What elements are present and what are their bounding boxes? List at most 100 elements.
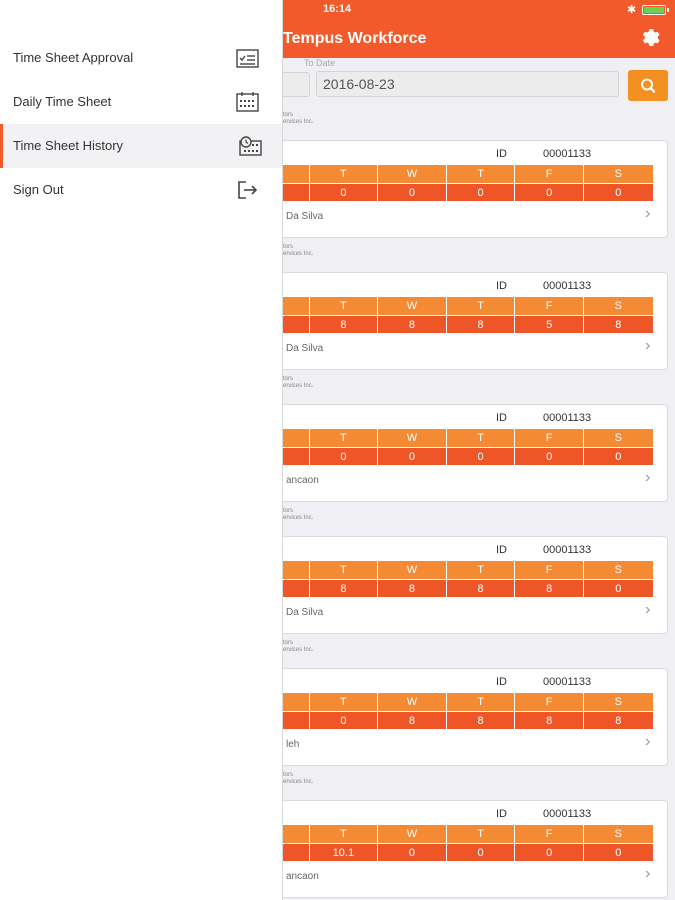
day-column: T0 xyxy=(309,693,379,729)
day-column: T0 xyxy=(446,825,516,861)
day-header: S xyxy=(583,693,653,711)
chevron-right-icon: › xyxy=(645,733,651,750)
day-hours: 0 xyxy=(515,447,583,465)
day-column: T8 xyxy=(446,693,516,729)
menu-item-time-sheet-history[interactable]: Time Sheet History xyxy=(0,124,282,168)
day-header: W xyxy=(378,825,446,843)
day-hours: 0 xyxy=(446,843,515,861)
day-hours: 8 xyxy=(583,711,653,729)
day-hours: 0 xyxy=(309,447,378,465)
employee-name: ancaon xyxy=(286,871,319,882)
timesheet-card[interactable]: ID 00001133 M8T10.1W0T0F0S0 ancaon › xyxy=(240,800,668,898)
day-header: S xyxy=(583,561,653,579)
menu-item-sign-out[interactable]: Sign Out xyxy=(0,168,282,212)
group-label: tors ervices Inc. xyxy=(283,640,313,654)
day-column: S0 xyxy=(583,825,653,861)
employee-id-label: ID xyxy=(496,148,507,160)
settings-gear-icon[interactable] xyxy=(640,26,662,48)
day-column: T0 xyxy=(446,429,516,465)
employee-id-label: ID xyxy=(496,808,507,820)
day-hours: 8 xyxy=(583,315,653,333)
day-header: W xyxy=(378,297,446,315)
employee-id-label: ID xyxy=(496,280,507,292)
day-hours: 8 xyxy=(515,579,583,597)
group-label-line1: tors xyxy=(283,112,294,118)
search-icon xyxy=(641,78,656,93)
day-hours: 8 xyxy=(446,315,515,333)
day-column: F0 xyxy=(515,165,584,201)
group-label-line2: ervices Inc. xyxy=(283,383,314,389)
week-hours-grid: M0T0W8T8F8S8 xyxy=(241,693,653,729)
group-label-line1: tors xyxy=(283,640,294,646)
day-header: F xyxy=(515,693,583,711)
employee-id-value: 00001133 xyxy=(543,412,592,424)
day-header: T xyxy=(309,429,378,447)
day-hours: 0 xyxy=(378,843,446,861)
chevron-right-icon: › xyxy=(645,337,651,354)
day-header: F xyxy=(515,825,583,843)
group-label: tors ervices Inc. xyxy=(283,508,313,522)
to-date-label: To Date xyxy=(304,58,336,68)
menu-item-label: Sign Out xyxy=(13,182,64,197)
day-column: T8 xyxy=(446,561,516,597)
week-hours-grid: M8T8W8T8F5S8 xyxy=(241,297,653,333)
day-header: S xyxy=(583,165,653,183)
status-time: 16:14 xyxy=(323,3,352,15)
employee-id-value: 00001133 xyxy=(543,808,592,820)
day-hours: 0 xyxy=(583,579,653,597)
day-column: S0 xyxy=(583,561,653,597)
menu-item-label: Daily Time Sheet xyxy=(13,94,112,109)
day-hours: 0 xyxy=(446,447,515,465)
day-column: W0 xyxy=(378,165,447,201)
day-header: T xyxy=(446,561,515,579)
week-hours-grid: M0T0W0T0F0S0 xyxy=(241,165,653,201)
day-hours: 8 xyxy=(378,315,446,333)
employee-name: Da Silva xyxy=(286,343,324,354)
day-column: F8 xyxy=(515,693,584,729)
employee-name: Da Silva xyxy=(286,211,324,222)
timesheet-card[interactable]: ID 00001133 M8T8W8T8F5S8 Da Silva › xyxy=(240,272,668,370)
menu-item-daily-time-sheet[interactable]: Daily Time Sheet xyxy=(0,80,282,124)
timesheet-card[interactable]: ID 00001133 M0T0W0T0F0S0 ancaon › xyxy=(240,404,668,502)
day-hours: 8 xyxy=(309,315,378,333)
day-hours: 0 xyxy=(378,183,446,201)
day-hours: 8 xyxy=(378,711,446,729)
employee-id-label: ID xyxy=(496,412,507,424)
menu-item-time-sheet-approval[interactable]: Time Sheet Approval xyxy=(0,36,282,80)
day-header: W xyxy=(378,693,446,711)
app-title: Tempus Workforce xyxy=(283,30,427,47)
employee-name: leh xyxy=(286,739,300,750)
timesheet-card[interactable]: ID 00001133 M8T8W8T8F8S0 Da Silva › xyxy=(240,536,668,634)
history-icon xyxy=(239,136,262,156)
day-column: T8 xyxy=(309,561,379,597)
day-column: S8 xyxy=(583,693,653,729)
day-hours: 10.1 xyxy=(309,843,378,861)
group-label: tors ervices Inc. xyxy=(283,244,313,258)
employee-name: ancaon xyxy=(286,475,319,486)
day-column: F5 xyxy=(515,297,584,333)
day-hours: 0 xyxy=(309,183,378,201)
employee-id-value: 00001133 xyxy=(543,148,592,160)
day-column: S0 xyxy=(583,429,653,465)
day-hours: 0 xyxy=(446,183,515,201)
group-label-line2: ervices Inc. xyxy=(283,251,314,257)
group-label-line1: tors xyxy=(283,772,294,778)
day-header: T xyxy=(309,297,378,315)
day-hours: 8 xyxy=(446,579,515,597)
group-label: tors ervices Inc. xyxy=(283,112,313,126)
timesheet-card[interactable]: ID 00001133 M0T0W8T8F8S8 leh › xyxy=(240,668,668,766)
sign-out-icon xyxy=(238,181,258,199)
week-hours-grid: M0T0W0T0F0S0 xyxy=(241,429,653,465)
day-header: T xyxy=(446,693,515,711)
day-hours: 8 xyxy=(309,579,378,597)
search-button[interactable] xyxy=(628,70,668,101)
timesheet-card[interactable]: ID 00001133 M0T0W0T0F0S0 Da Silva › xyxy=(240,140,668,238)
day-column: W0 xyxy=(378,825,447,861)
day-hours: 0 xyxy=(583,183,653,201)
chevron-right-icon: › xyxy=(645,205,651,222)
day-header: F xyxy=(515,297,583,315)
day-column: F8 xyxy=(515,561,584,597)
group-label-line1: tors xyxy=(283,244,294,250)
to-date-input[interactable] xyxy=(316,71,619,97)
chevron-right-icon: › xyxy=(645,469,651,486)
